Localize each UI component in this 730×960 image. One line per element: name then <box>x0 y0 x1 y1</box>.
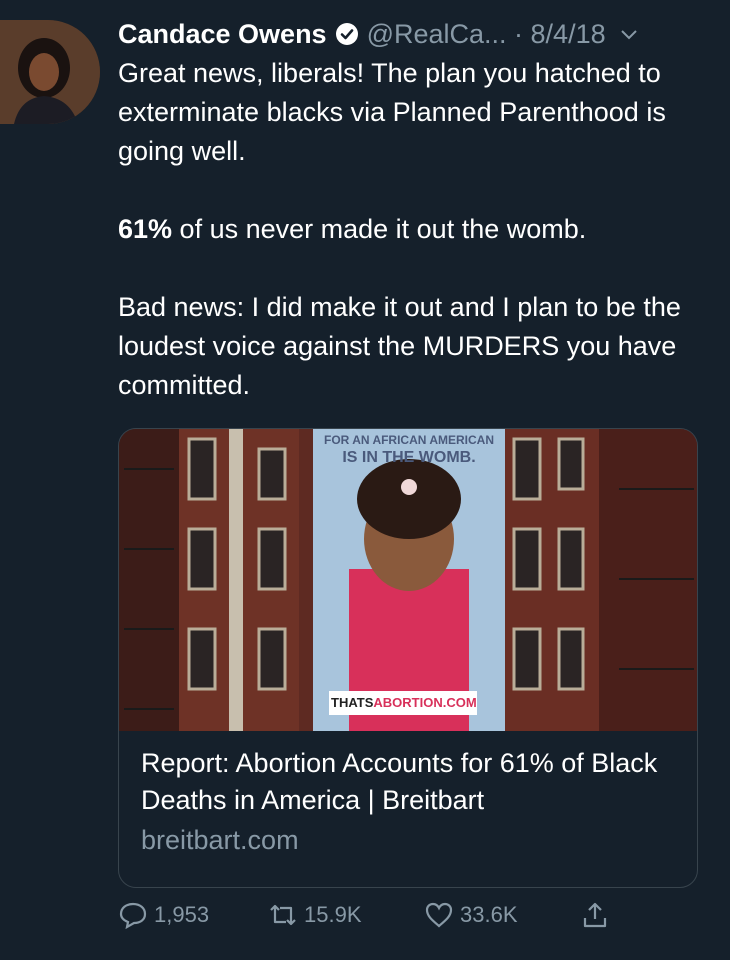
like-count: 33.6K <box>460 902 518 927</box>
tweet: Candace Owens @RealCa... · 8/4/18 Great … <box>118 14 714 405</box>
billboard-site-a: THATS <box>331 695 374 710</box>
chevron-down-icon[interactable] <box>620 28 638 40</box>
reply-count: 1,953 <box>154 902 210 927</box>
reply-button[interactable]: 1,953 <box>118 900 209 930</box>
share-button[interactable] <box>580 900 616 930</box>
billboard-site-b: ABORTION.COM <box>373 695 477 710</box>
billboard-line-1: FOR AN AFRICAN AMERICAN <box>324 433 494 447</box>
share-icon <box>583 902 607 928</box>
billboard-line-2: IS IN THE WOMB. <box>342 449 476 466</box>
card-domain: breitbart.com <box>141 825 299 855</box>
card-title: Report: Abortion Accounts for 61% of Bla… <box>141 748 658 815</box>
tweet-paragraph: 61% of us never made it out the womb. <box>118 210 714 249</box>
retweet-button[interactable]: 15.9K <box>268 900 362 930</box>
author-handle-and-date[interactable]: @RealCa... · 8/4/18 <box>367 19 606 50</box>
tweet-paragraph-rest: of us never made it out the womb. <box>172 214 587 244</box>
card-image: FOR AN AFRICAN AMERICAN IS IN THE WOMB. … <box>119 429 697 731</box>
tweet-actions: 1,953 15.9K 33.6K <box>118 900 638 944</box>
billboard-site: THATSABORTION.COM <box>331 695 477 710</box>
reply-icon <box>119 902 147 930</box>
card-text: Report: Abortion Accounts for 61% of Bla… <box>119 731 697 870</box>
retweet-count: 15.9K <box>304 902 362 927</box>
like-icon <box>425 902 453 928</box>
retweet-icon <box>270 904 296 926</box>
author-avatar[interactable] <box>0 20 100 124</box>
tweet-paragraph: Bad news: I did make it out and I plan t… <box>118 292 681 400</box>
like-button[interactable]: 33.6K <box>424 900 518 930</box>
verified-icon <box>335 22 359 46</box>
author-name[interactable]: Candace Owens <box>118 19 327 50</box>
tweet-paragraph: Great news, liberals! The plan you hatch… <box>118 58 666 166</box>
link-card[interactable]: FOR AN AFRICAN AMERICAN IS IN THE WOMB. … <box>118 428 698 888</box>
tweet-header: Candace Owens @RealCa... · 8/4/18 <box>118 14 714 54</box>
tweet-text: Great news, liberals! The plan you hatch… <box>118 54 714 405</box>
highlight-stat: 61% <box>118 214 173 244</box>
